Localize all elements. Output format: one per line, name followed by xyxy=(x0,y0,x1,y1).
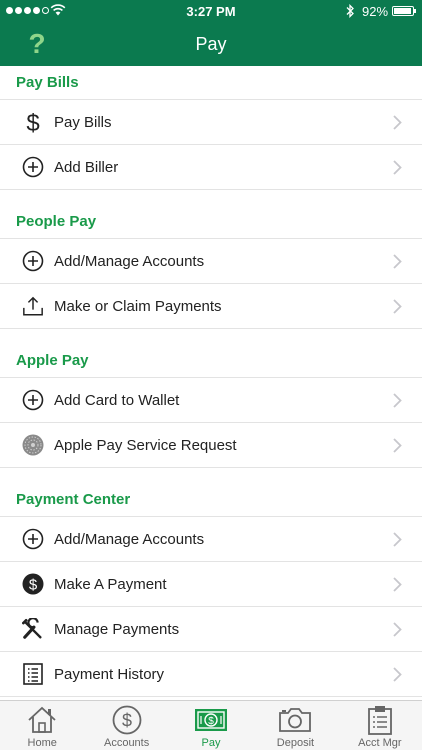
battery-icon xyxy=(392,6,416,16)
cash-icon: $ xyxy=(194,705,228,735)
share-upload-icon xyxy=(22,295,44,317)
menu-item-label: Add Biller xyxy=(54,158,119,176)
menu-item-people-pay-accounts[interactable]: Add/Manage Accounts xyxy=(0,239,422,284)
menu-item-apple-pay-service[interactable]: Apple Pay Service Request xyxy=(0,423,422,468)
battery-percent: 92% xyxy=(362,4,389,19)
svg-text:$: $ xyxy=(26,110,39,134)
tab-label: Accounts xyxy=(103,737,150,749)
tab-acct-mgr[interactable]: Acct Mgr xyxy=(338,701,422,750)
chevron-right-icon xyxy=(393,254,402,269)
menu-item-make-claim-payments[interactable]: Make or Claim Payments xyxy=(0,284,422,329)
section-people-pay: People Pay Add/Manage Accounts Make or C… xyxy=(0,205,422,329)
add-circle-icon xyxy=(22,156,44,178)
tab-pay[interactable]: $ Pay xyxy=(169,701,253,750)
menu-item-label: Add Card to Wallet xyxy=(54,391,180,409)
menu-item-payment-history[interactable]: Payment History xyxy=(0,652,422,697)
apple-pay-icon xyxy=(22,434,44,456)
add-circle-icon xyxy=(22,528,44,550)
status-time: 3:27 PM xyxy=(186,4,236,19)
nav-bar: ? Pay xyxy=(0,22,422,66)
chevron-right-icon xyxy=(393,160,402,175)
chevron-right-icon xyxy=(393,622,402,637)
chevron-right-icon xyxy=(393,299,402,314)
tab-deposit[interactable]: Deposit xyxy=(253,701,337,750)
tab-label: Home xyxy=(27,737,57,749)
menu-item-manage-payments[interactable]: Manage Payments xyxy=(0,607,422,652)
chevron-right-icon xyxy=(393,532,402,547)
status-bar: 3:27 PM 92% xyxy=(0,0,422,22)
chevron-right-icon xyxy=(393,577,402,592)
section-payment-center: Payment Center Add/Manage Accounts $ Mak… xyxy=(0,483,422,697)
tools-icon xyxy=(22,618,44,640)
page-title: Pay xyxy=(195,34,227,54)
section-header: People Pay xyxy=(0,205,422,239)
section-apple-pay: Apple Pay Add Card to Wallet Apple Pay S… xyxy=(0,344,422,468)
tab-label: Pay xyxy=(201,737,221,749)
menu-item-make-a-payment[interactable]: $ Make A Payment xyxy=(0,562,422,607)
menu-item-pay-bills[interactable]: $ Pay Bills xyxy=(0,100,422,145)
tab-label: Acct Mgr xyxy=(358,737,402,749)
dollar-coin-icon: $ xyxy=(112,705,142,735)
clipboard-icon xyxy=(367,705,393,735)
camera-icon xyxy=(278,705,312,735)
tab-home[interactable]: Home xyxy=(0,701,84,750)
menu-item-label: Add/Manage Accounts xyxy=(54,252,205,270)
menu-item-label: Manage Payments xyxy=(54,620,180,638)
menu-item-label: Payment History xyxy=(54,665,165,683)
chevron-right-icon xyxy=(393,393,402,408)
section-header: Payment Center xyxy=(0,483,422,517)
dollar-icon: $ xyxy=(22,110,44,134)
chevron-right-icon xyxy=(393,667,402,682)
section-header: Apple Pay xyxy=(0,344,422,378)
svg-text:$: $ xyxy=(122,711,132,731)
svg-text:$: $ xyxy=(208,716,214,727)
svg-text:$: $ xyxy=(29,577,38,594)
menu-item-label: Pay Bills xyxy=(54,113,112,131)
tab-label: Deposit xyxy=(276,737,315,749)
chevron-right-icon xyxy=(393,115,402,130)
menu-item-add-card-wallet[interactable]: Add Card to Wallet xyxy=(0,378,422,423)
menu-item-label: Add/Manage Accounts xyxy=(54,530,205,548)
chevron-right-icon xyxy=(393,438,402,453)
bluetooth-icon xyxy=(345,3,355,21)
list-icon xyxy=(22,663,44,685)
home-icon xyxy=(27,705,57,735)
add-circle-icon xyxy=(22,389,44,411)
menu-item-label: Make A Payment xyxy=(54,575,167,593)
pay-menu-list: Pay Bills $ Pay Bills Add Biller People … xyxy=(0,66,422,700)
section-header: Pay Bills xyxy=(0,66,422,100)
tab-accounts[interactable]: $ Accounts xyxy=(84,701,168,750)
section-pay-bills: Pay Bills $ Pay Bills Add Biller xyxy=(0,66,422,190)
header: 3:27 PM 92% ? Pay xyxy=(0,0,422,66)
menu-item-label: Apple Pay Service Request xyxy=(54,436,237,454)
menu-item-payment-center-accounts[interactable]: Add/Manage Accounts xyxy=(0,517,422,562)
menu-item-add-biller[interactable]: Add Biller xyxy=(0,145,422,190)
add-circle-icon xyxy=(22,250,44,272)
menu-item-label: Make or Claim Payments xyxy=(54,297,222,315)
dollar-circle-icon: $ xyxy=(22,573,44,595)
tab-bar: Home $ Accounts $ Pay Deposit Acct Mgr xyxy=(0,700,422,750)
